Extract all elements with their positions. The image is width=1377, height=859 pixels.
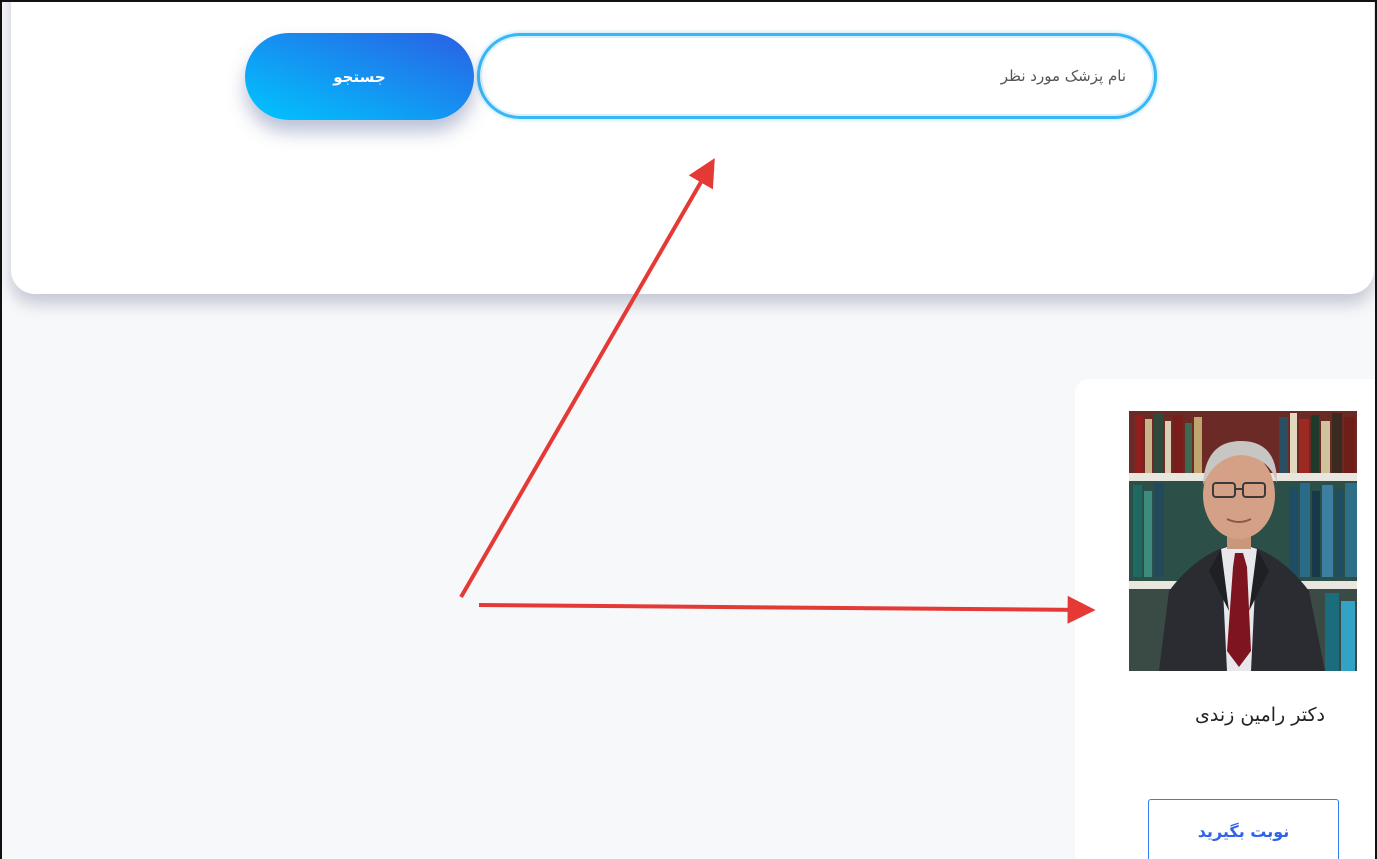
doctor-name: دکتر رامین زندی [1195,704,1325,726]
doctor-card[interactable]: دکتر رامین زندی نوبت بگیرید [1075,379,1375,859]
page-viewport: جستجو [0,0,1377,859]
search-panel: جستجو [11,2,1374,294]
search-button[interactable]: جستجو [245,33,474,120]
doctor-photo[interactable] [1129,411,1357,671]
doctor-search-input[interactable] [477,33,1157,119]
book-appointment-button[interactable]: نوبت بگیرید [1148,799,1339,859]
